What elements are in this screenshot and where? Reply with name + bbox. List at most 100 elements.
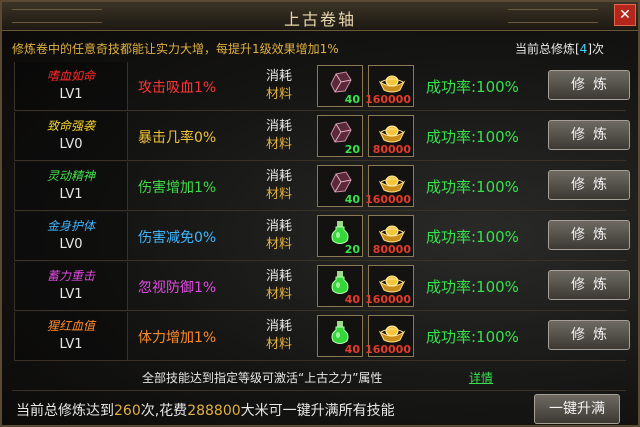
count-suffix: ]次 [587,42,604,56]
success-rate: 成功率:100% [426,278,519,296]
material-slot[interactable]: 40 [317,65,363,107]
consume-line2: 材料 [266,87,293,102]
consume-label: 消耗 材料 [266,118,306,154]
train-button[interactable]: 修炼 [548,170,630,200]
material-qty: 20 [344,243,360,256]
success-rate: 成功率:100% [426,128,519,146]
train-button[interactable]: 修炼 [548,70,630,100]
gold-slot[interactable]: 160000 [365,265,414,307]
gold-qty: 160000 [365,93,411,106]
gold-qty: 80000 [372,243,411,256]
skill-name: 灵动精神 [46,169,95,183]
skill-effect: 伤害增加1% [138,180,217,196]
consume-line1: 消耗 [266,169,293,184]
skill-level: LV1 [59,337,83,352]
skill-level: LV1 [59,287,83,302]
consume-line1: 消耗 [266,69,293,84]
train-button[interactable]: 修炼 [548,270,630,300]
material-qty: 40 [344,293,360,306]
bottom-cost: 288800 [187,403,241,419]
consume-label: 消耗 材料 [266,218,306,254]
skill-row: 蓄力重击 LV1 忽视防御1% 消耗 材料 40 160000 成功率:100% 修炼 [14,262,630,311]
consume-line2: 材料 [266,337,293,352]
skill-scroll-window: 上古卷轴 ✕ 修炼卷中的任意奇技都能让实力大增，每提升1级效果增加1% 当前总修… [0,0,640,427]
material-qty: 40 [344,193,360,206]
skill-level: LV1 [59,187,83,202]
skill-effect: 忽视防御1% [138,280,217,296]
skill-name-cell: 蓄力重击 LV1 [14,262,128,310]
details-link[interactable]: 详情 [469,369,493,386]
oneclick-info: 当前总修炼达到260次,花费288800大米可一键升满所有技能 [16,400,395,420]
oneclick-max-button[interactable]: 一键升满 [534,394,620,424]
train-button[interactable]: 修炼 [548,320,630,350]
consume-line1: 消耗 [266,119,293,134]
bottom-suffix: 大米可一键升满所有技能 [240,403,395,419]
gold-slot[interactable]: 80000 [368,115,414,157]
material-qty: 40 [344,343,360,356]
material-slot[interactable]: 40 [317,265,363,307]
skill-name-cell: 致命强袭 LV0 [14,112,128,160]
skill-name: 猩红血值 [46,319,95,333]
consume-label: 消耗 材料 [266,318,306,354]
skill-effect: 伤害减免0% [138,230,217,246]
consume-line1: 消耗 [266,319,293,334]
gold-qty: 80000 [372,143,411,156]
gold-slot[interactable]: 160000 [365,165,414,207]
skill-name: 蓄力重击 [46,269,95,283]
skill-name-cell: 金身护体 LV0 [14,212,128,260]
gold-qty: 160000 [365,193,411,206]
consume-line2: 材料 [266,237,293,252]
bottom-times: 260 [114,403,141,419]
gold-slot[interactable]: 160000 [365,315,414,357]
gold-qty: 160000 [365,343,411,356]
close-button[interactable]: ✕ [614,4,636,26]
gold-qty: 160000 [365,293,411,306]
consume-line1: 消耗 [266,219,293,234]
skill-name-cell: 猩红血值 LV1 [14,312,128,360]
consume-label: 消耗 材料 [266,168,306,204]
success-rate: 成功率:100% [426,228,519,246]
skill-name-cell: 灵动精神 LV1 [14,162,128,210]
skill-effect: 暴击几率0% [138,130,217,146]
skill-level: LV0 [59,137,83,152]
skill-name: 致命强袭 [46,119,95,133]
skill-name: 嗜血如命 [46,69,95,83]
skill-effect: 体力增加1% [138,330,217,346]
skill-level: LV0 [59,237,83,252]
skill-row: 猩红血值 LV1 体力增加1% 消耗材料 40 160000 成功率:100% 修炼 [14,312,630,361]
count-prefix: 当前总修炼[ [514,42,580,56]
title-bar: 上古卷轴 ✕ [2,2,638,31]
material-slot[interactable]: 40 [317,165,363,207]
material-slot[interactable]: 20 [317,115,363,157]
total-train-count: 当前总修炼[4]次 [515,40,604,57]
success-rate: 成功率:100% [426,328,519,346]
consume-line2: 材料 [266,187,293,202]
bottom-mid: 次,花费 [140,403,188,419]
skill-name: 金身护体 [46,219,95,233]
bottom-prefix: 当前总修炼达到 [16,403,114,419]
material-qty: 40 [344,93,360,106]
title-ornament-right [508,9,598,23]
train-button[interactable]: 修炼 [548,120,630,150]
close-icon: ✕ [619,7,631,23]
success-rate: 成功率:100% [426,78,519,96]
skill-effect: 攻击吸血1% [138,80,217,96]
skill-row: 金身护体 LV0 伤害减免0% 消耗材料 20 80000 成功率:100% 修炼 [14,212,630,261]
gold-slot[interactable]: 80000 [368,215,414,257]
activation-note: 全部技能达到指定等级可激活“上古之力”属性 [142,371,383,385]
material-slot[interactable]: 20 [317,215,363,257]
skill-row: 嗜血如命 LV1 攻击吸血1% 消耗材料 40 160000 成功率:100% 修炼 [14,62,630,111]
success-rate: 成功率:100% [426,178,519,196]
skill-level: LV1 [59,87,83,102]
consume-label: 消耗 材料 [266,268,306,304]
material-qty: 20 [344,143,360,156]
gold-slot[interactable]: 160000 [365,65,414,107]
info-text: 修炼卷中的任意奇技都能让实力大增，每提升1级效果增加1% [12,42,339,56]
consume-label: 消耗 材料 [266,68,306,104]
consume-line1: 消耗 [266,269,293,284]
skill-list: 嗜血如命 LV1 攻击吸血1% 消耗 材料 40 160000 成功率:100% 修炼 致命强袭 L… [14,62,630,362]
train-button[interactable]: 修炼 [548,220,630,250]
consume-line2: 材料 [266,137,293,152]
skill-name-cell: 嗜血如命 LV1 [14,62,128,110]
material-slot[interactable]: 40 [317,315,363,357]
